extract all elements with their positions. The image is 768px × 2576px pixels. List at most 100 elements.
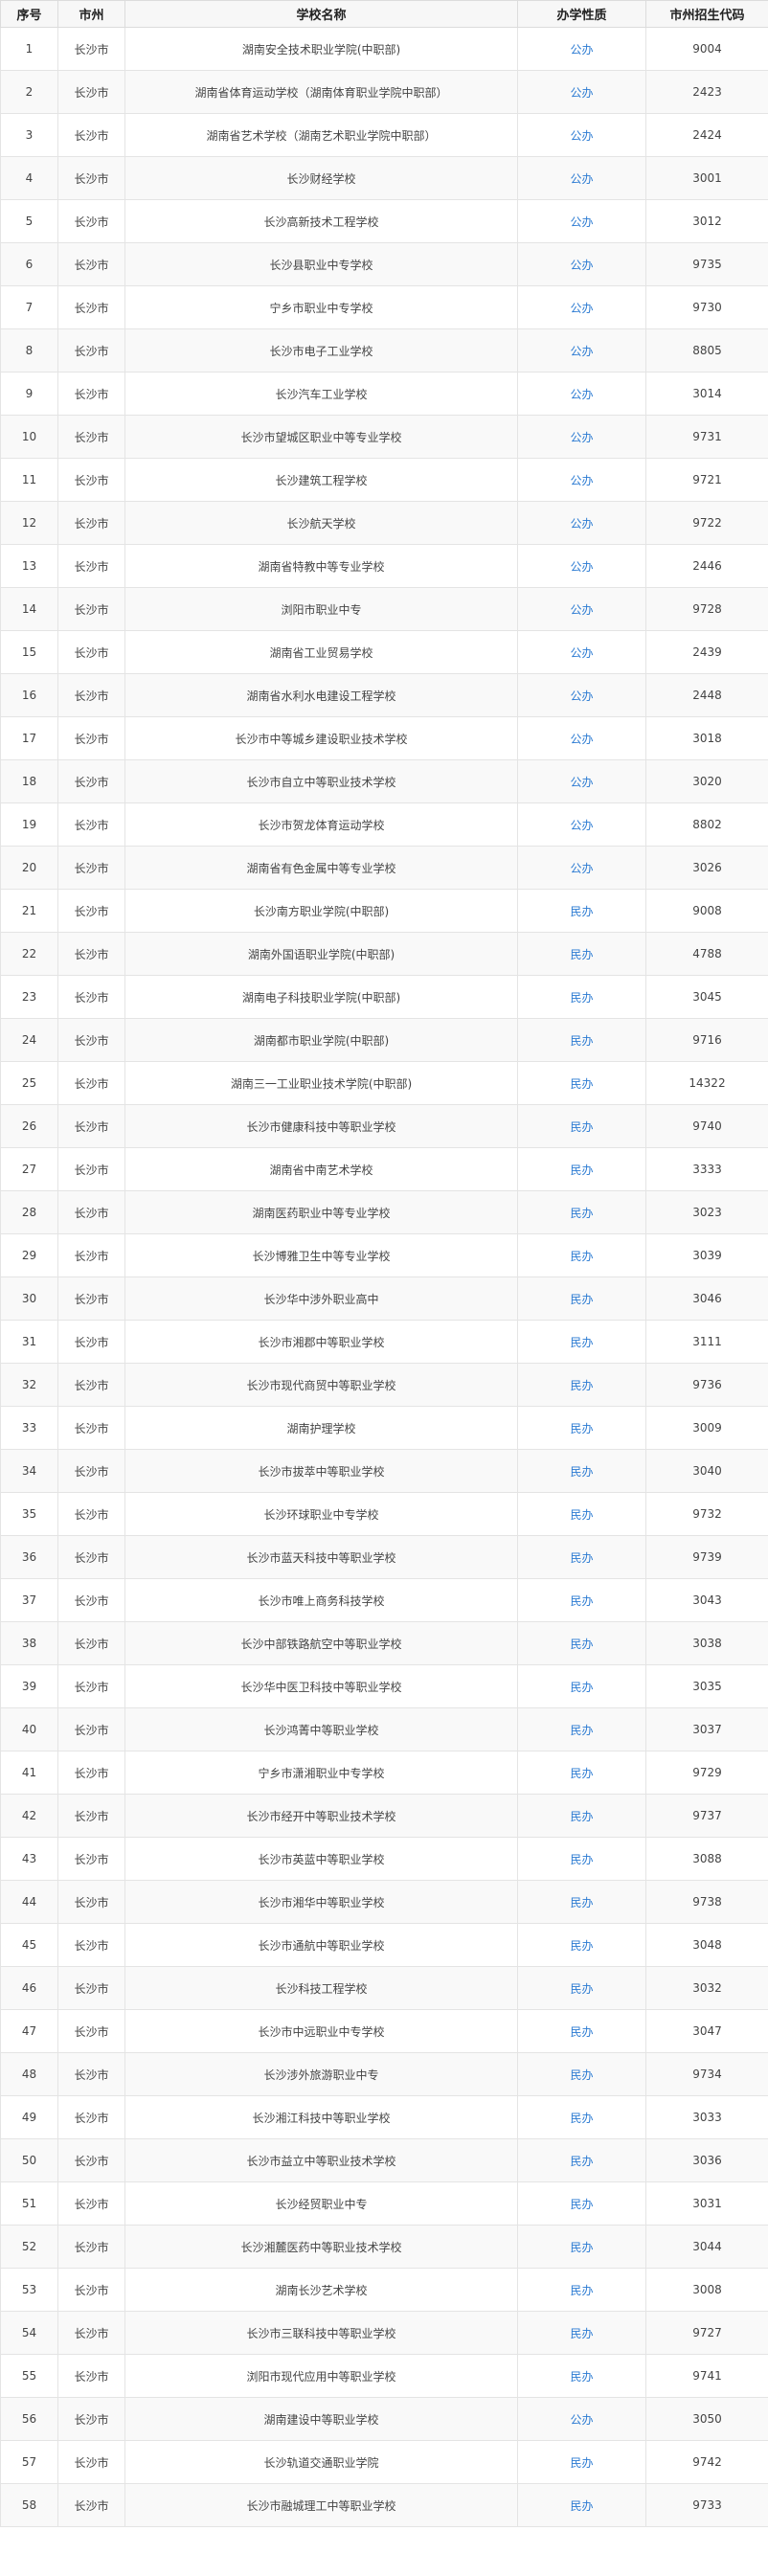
cell-enrollment-code: 3037 — [645, 1707, 768, 1751]
cell-school-type[interactable]: 民办 — [517, 1104, 646, 1148]
cell-enrollment-code: 9722 — [645, 501, 768, 545]
cell-school-type[interactable]: 民办 — [517, 1707, 646, 1751]
cell-city: 长沙市 — [57, 2225, 125, 2269]
cell-school-type[interactable]: 公办 — [517, 630, 646, 674]
cell-school-type[interactable]: 民办 — [517, 1837, 646, 1881]
cell-school-type[interactable]: 公办 — [517, 242, 646, 286]
cell-enrollment-code: 9004 — [645, 27, 768, 71]
cell-school-type[interactable]: 民办 — [517, 1277, 646, 1321]
cell-school-type[interactable]: 民办 — [517, 1923, 646, 1967]
cell-index: 18 — [0, 759, 58, 803]
cell-enrollment-code: 9716 — [645, 1018, 768, 1062]
cell-school-type[interactable]: 民办 — [517, 975, 646, 1019]
table-row: 10 长沙市 长沙市望城区职业中等专业学校 公办 9731 — [0, 415, 768, 459]
cell-school-type[interactable]: 民办 — [517, 1406, 646, 1450]
cell-school-type[interactable]: 民办 — [517, 1751, 646, 1795]
cell-school-type[interactable]: 民办 — [517, 2138, 646, 2182]
cell-city: 长沙市 — [57, 1406, 125, 1450]
cell-school-type[interactable]: 民办 — [517, 1794, 646, 1838]
cell-school-type[interactable]: 公办 — [517, 27, 646, 71]
table-row: 26 长沙市 长沙市健康科技中等职业学校 民办 9740 — [0, 1104, 768, 1148]
cell-enrollment-code: 3018 — [645, 716, 768, 760]
cell-school-type[interactable]: 民办 — [517, 1578, 646, 1622]
cell-school-name: 长沙科技工程学校 — [124, 1966, 518, 2010]
cell-index: 33 — [0, 1406, 58, 1450]
table-row: 42 长沙市 长沙市经开中等职业技术学校 民办 9737 — [0, 1794, 768, 1838]
table-row: 37 长沙市 长沙市唯上商务科技学校 民办 3043 — [0, 1578, 768, 1622]
cell-school-type[interactable]: 民办 — [517, 1492, 646, 1536]
cell-school-name: 长沙市拔萃中等职业学校 — [124, 1449, 518, 1493]
cell-school-type[interactable]: 民办 — [517, 1320, 646, 1364]
cell-school-type[interactable]: 公办 — [517, 673, 646, 717]
cell-enrollment-code: 3039 — [645, 1233, 768, 1277]
cell-school-type[interactable]: 民办 — [517, 1621, 646, 1665]
table-row: 12 长沙市 长沙航天学校 公办 9722 — [0, 501, 768, 545]
cell-index: 48 — [0, 2052, 58, 2096]
cell-school-name: 长沙市益立中等职业技术学校 — [124, 2138, 518, 2182]
cell-school-type[interactable]: 民办 — [517, 2181, 646, 2226]
cell-city: 长沙市 — [57, 587, 125, 631]
cell-school-type[interactable]: 民办 — [517, 2225, 646, 2269]
cell-school-type[interactable]: 公办 — [517, 285, 646, 329]
cell-school-type[interactable]: 公办 — [517, 70, 646, 114]
cell-school-type[interactable]: 民办 — [517, 932, 646, 976]
cell-index: 23 — [0, 975, 58, 1019]
cell-school-type[interactable]: 公办 — [517, 415, 646, 459]
cell-enrollment-code: 3033 — [645, 2095, 768, 2139]
cell-school-type[interactable]: 公办 — [517, 759, 646, 803]
cell-school-type[interactable]: 公办 — [517, 501, 646, 545]
cell-index: 52 — [0, 2225, 58, 2269]
cell-school-type[interactable]: 民办 — [517, 2483, 646, 2527]
cell-enrollment-code: 3012 — [645, 199, 768, 243]
cell-school-type[interactable]: 民办 — [517, 2052, 646, 2096]
cell-school-type[interactable]: 民办 — [517, 1966, 646, 2010]
cell-school-type[interactable]: 民办 — [517, 1147, 646, 1191]
table-row: 15 长沙市 湖南省工业贸易学校 公办 2439 — [0, 630, 768, 674]
cell-school-type[interactable]: 民办 — [517, 1880, 646, 1924]
table-row: 9 长沙市 长沙汽车工业学校 公办 3014 — [0, 372, 768, 416]
cell-school-type[interactable]: 公办 — [517, 587, 646, 631]
cell-school-type[interactable]: 民办 — [517, 1190, 646, 1234]
cell-school-type[interactable]: 民办 — [517, 1363, 646, 1407]
cell-school-name: 长沙市健康科技中等职业学校 — [124, 1104, 518, 1148]
cell-school-type[interactable]: 民办 — [517, 1664, 646, 1708]
cell-school-type[interactable]: 民办 — [517, 1061, 646, 1105]
cell-school-type[interactable]: 民办 — [517, 1018, 646, 1062]
cell-school-type[interactable]: 公办 — [517, 199, 646, 243]
cell-enrollment-code: 3047 — [645, 2009, 768, 2053]
cell-school-type[interactable]: 公办 — [517, 2397, 646, 2441]
cell-school-name: 长沙涉外旅游职业中专 — [124, 2052, 518, 2096]
cell-school-name: 长沙市湘郡中等职业学校 — [124, 1320, 518, 1364]
cell-school-type[interactable]: 公办 — [517, 156, 646, 200]
cell-school-type[interactable]: 民办 — [517, 2095, 646, 2139]
cell-school-name: 浏阳市现代应用中等职业学校 — [124, 2354, 518, 2398]
cell-school-type[interactable]: 民办 — [517, 1449, 646, 1493]
cell-school-type[interactable]: 民办 — [517, 1535, 646, 1579]
cell-school-type[interactable]: 民办 — [517, 2311, 646, 2355]
cell-school-type[interactable]: 公办 — [517, 802, 646, 847]
cell-school-type[interactable]: 公办 — [517, 716, 646, 760]
cell-city: 长沙市 — [57, 2397, 125, 2441]
table-row: 2 长沙市 湖南省体育运动学校（湖南体育职业学院中职部） 公办 2423 — [0, 70, 768, 114]
cell-school-type[interactable]: 民办 — [517, 2009, 646, 2053]
cell-school-type[interactable]: 民办 — [517, 2268, 646, 2312]
table-row: 51 长沙市 长沙经贸职业中专 民办 3031 — [0, 2181, 768, 2226]
cell-school-type[interactable]: 民办 — [517, 2354, 646, 2398]
cell-school-type[interactable]: 公办 — [517, 113, 646, 157]
table-row: 32 长沙市 长沙市现代商贸中等职业学校 民办 9736 — [0, 1363, 768, 1407]
cell-index: 39 — [0, 1664, 58, 1708]
cell-school-type[interactable]: 民办 — [517, 2440, 646, 2484]
cell-school-type[interactable]: 公办 — [517, 372, 646, 416]
cell-school-name: 湖南省中南艺术学校 — [124, 1147, 518, 1191]
cell-school-type[interactable]: 民办 — [517, 889, 646, 933]
cell-school-type[interactable]: 公办 — [517, 544, 646, 588]
cell-school-type[interactable]: 民办 — [517, 1233, 646, 1277]
cell-school-type[interactable]: 公办 — [517, 458, 646, 502]
cell-school-name: 湖南省艺术学校（湖南艺术职业学院中职部） — [124, 113, 518, 157]
cell-city: 长沙市 — [57, 1966, 125, 2010]
cell-school-name: 长沙湘麓医药中等职业技术学校 — [124, 2225, 518, 2269]
cell-school-type[interactable]: 公办 — [517, 328, 646, 373]
cell-enrollment-code: 3333 — [645, 1147, 768, 1191]
cell-index: 32 — [0, 1363, 58, 1407]
cell-school-type[interactable]: 公办 — [517, 846, 646, 890]
